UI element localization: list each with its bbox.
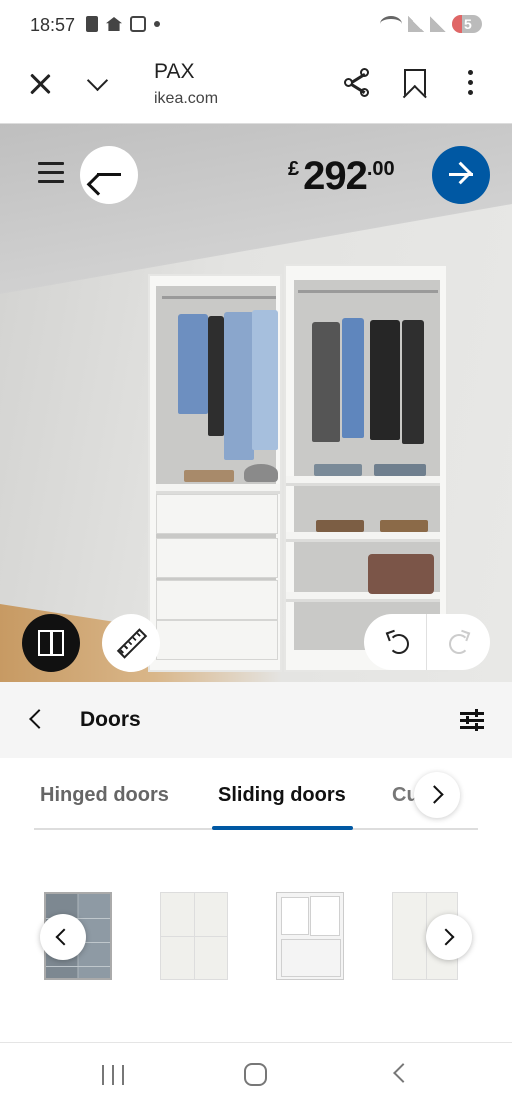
ruler-icon: [116, 628, 148, 659]
panel-title: Doors: [80, 708, 141, 731]
battery-level-fill: [452, 15, 462, 33]
status-icons-left: [86, 16, 160, 32]
screenshot-icon: [130, 16, 146, 32]
browser-bar: PAX ikea.com: [0, 52, 512, 124]
drawer: [156, 494, 278, 534]
drawer: [156, 620, 278, 660]
hat: [244, 464, 278, 482]
tabs-next-button[interactable]: [414, 772, 460, 818]
carousel-next-button[interactable]: [426, 914, 472, 960]
clothes-rail: [298, 290, 438, 293]
status-time: 18:57: [30, 15, 76, 35]
planner-canvas[interactable]: £ 292 .00: [0, 124, 512, 682]
price-main: 292: [303, 154, 368, 198]
close-icon[interactable]: [28, 71, 52, 95]
filter-icon[interactable]: [460, 709, 484, 731]
redo-icon[interactable]: [442, 628, 472, 656]
dot-icon: [154, 21, 160, 27]
signal-icon: [430, 16, 446, 32]
back-button[interactable]: [80, 146, 138, 204]
battery-icon: 5: [452, 15, 482, 33]
jeans: [342, 318, 364, 438]
folded-clothes: [314, 464, 362, 476]
measure-button[interactable]: [102, 614, 160, 672]
wardrobe-preview[interactable]: [148, 264, 460, 674]
door-toggle-button[interactable]: [22, 614, 80, 672]
undo-redo-group: [364, 614, 490, 670]
clothes-rail: [162, 296, 276, 299]
folded-clothes: [184, 470, 234, 482]
shelf: [286, 476, 440, 486]
product-thumbnail[interactable]: [160, 892, 228, 980]
shelf: [156, 484, 280, 494]
panel-header: Doors: [0, 682, 512, 758]
system-nav-bar: [0, 1042, 512, 1109]
trousers: [402, 320, 424, 444]
wifi-icon: [380, 16, 402, 32]
page-url: ikea.com: [154, 90, 219, 107]
shirt: [178, 314, 208, 414]
home-icon: [106, 17, 122, 31]
home-icon[interactable]: [244, 1063, 267, 1086]
status-bar: 18:57 5: [0, 0, 512, 52]
bag: [368, 554, 434, 594]
price-decimals: .00: [366, 158, 395, 180]
back-icon[interactable]: [393, 1063, 413, 1083]
battery-level: 5: [464, 16, 472, 32]
folded-clothes: [316, 520, 364, 532]
menu-icon[interactable]: [38, 162, 64, 184]
shelf: [286, 532, 440, 542]
active-tab-indicator: [212, 826, 353, 830]
door-products: [0, 836, 512, 1042]
product-thumbnail[interactable]: [276, 892, 344, 980]
notification-icon: [86, 16, 98, 32]
tab-hinged-doors[interactable]: Hinged doors: [40, 784, 169, 807]
more-vertical-icon[interactable]: [466, 70, 474, 98]
share-icon[interactable]: [344, 68, 372, 98]
door-icon: [38, 630, 64, 656]
folded-clothes: [380, 520, 428, 532]
signal-icon: [408, 16, 424, 32]
status-icons-right: 5: [380, 15, 482, 33]
chevron-down-icon[interactable]: [86, 71, 110, 95]
chevron-left-icon[interactable]: [29, 709, 49, 729]
trousers: [208, 316, 224, 436]
total-price: £ 292 .00: [288, 154, 395, 198]
tab-sliding-doors[interactable]: Sliding doors: [218, 784, 346, 807]
shirt: [252, 310, 278, 450]
price-currency: £: [288, 158, 300, 180]
door-type-tabs: Hinged doors Sliding doors Cu n s: [0, 758, 512, 836]
trousers: [370, 320, 400, 440]
undo-icon[interactable]: [382, 628, 412, 656]
next-button[interactable]: [432, 146, 490, 204]
folded-clothes: [374, 464, 426, 476]
bookmark-icon[interactable]: [404, 69, 426, 97]
trousers: [312, 322, 340, 442]
shirt: [224, 312, 254, 460]
drawer: [156, 580, 278, 620]
arrow-right-icon: [449, 173, 473, 176]
recents-icon[interactable]: [102, 1065, 124, 1085]
carousel-prev-button[interactable]: [40, 914, 86, 960]
arrow-left-icon: [97, 173, 121, 176]
drawer: [156, 538, 278, 578]
page-title: PAX: [154, 60, 195, 83]
